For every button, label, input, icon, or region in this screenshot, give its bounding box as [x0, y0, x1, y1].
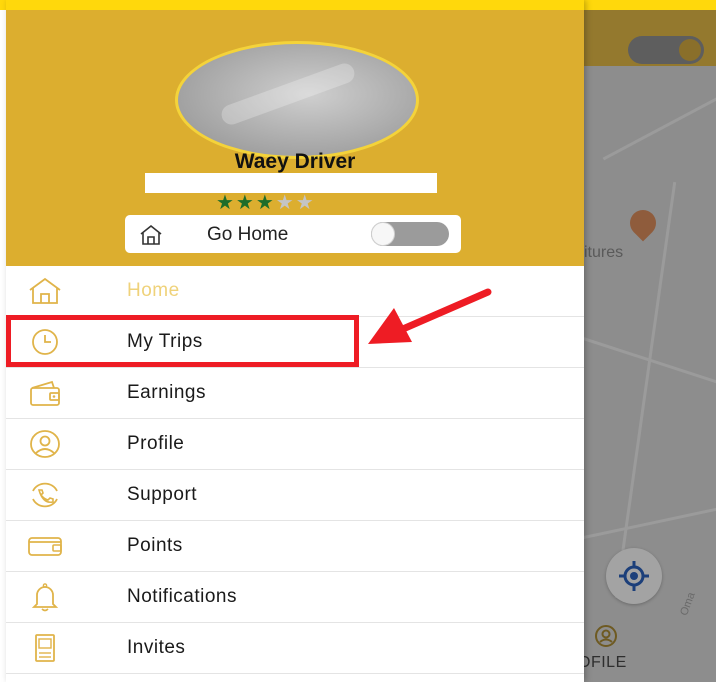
- profile-nav-icon[interactable]: [594, 624, 618, 648]
- arrow-icon: [368, 288, 492, 344]
- invite-icon: [35, 634, 55, 662]
- menu-item-points[interactable]: Points: [6, 521, 584, 572]
- home-icon: [29, 277, 61, 304]
- locate-icon: [619, 561, 649, 591]
- screen: itures Oma OFILE Waey Driver ★★★★★ Go Ho…: [0, 0, 716, 682]
- menu-item-earnings[interactable]: Earnings: [6, 368, 584, 419]
- go-home-control[interactable]: Go Home: [125, 215, 461, 253]
- map-road: [584, 502, 716, 541]
- user-icon: [30, 430, 60, 458]
- bell-icon: [31, 583, 59, 612]
- map-background[interactable]: itures Oma OFILE: [584, 0, 716, 682]
- name-redaction-bar: [145, 173, 437, 193]
- avatar-photo: [218, 60, 358, 128]
- go-home-toggle[interactable]: [371, 222, 449, 246]
- poi-label: itures: [584, 244, 624, 261]
- menu-item-label: Earnings: [127, 382, 206, 403]
- menu-item-label: Points: [127, 535, 183, 556]
- home-icon: [140, 224, 162, 245]
- phone-icon: [32, 482, 58, 508]
- map-road: [614, 181, 677, 599]
- rating-stars: ★★★★★: [216, 193, 316, 213]
- menu-item-label: Notifications: [127, 586, 237, 607]
- menu-item-invites[interactable]: Invites: [6, 623, 584, 674]
- profile-nav-label[interactable]: OFILE: [584, 654, 627, 672]
- menu-item-support[interactable]: Support: [6, 470, 584, 521]
- map-road: [602, 82, 716, 161]
- my-trips-highlight-box: [6, 315, 359, 367]
- star-filled-icon: ★★★: [216, 192, 276, 214]
- menu-item-home[interactable]: Home: [6, 266, 584, 317]
- menu-item-label: Invites: [127, 637, 186, 658]
- menu-item-profile[interactable]: Profile: [6, 419, 584, 470]
- street-label: Oma: [678, 590, 698, 618]
- locate-button[interactable]: [606, 548, 662, 604]
- map-top-bar: [584, 10, 716, 66]
- online-toggle[interactable]: [628, 36, 704, 64]
- avatar[interactable]: [175, 41, 419, 159]
- wallet-icon: [30, 380, 60, 406]
- menu-item-label: Support: [127, 484, 198, 505]
- go-home-label: Go Home: [207, 224, 289, 245]
- menu-item-label: Home: [127, 280, 180, 301]
- card-icon: [28, 537, 62, 556]
- toggle-knob: [371, 222, 395, 246]
- driver-name: Waey Driver: [234, 150, 356, 173]
- star-empty-icon: ★★: [275, 192, 316, 214]
- poi-marker-icon[interactable]: [624, 204, 662, 242]
- menu-item-label: Profile: [127, 433, 185, 454]
- menu-item-notifications[interactable]: Notifications: [6, 572, 584, 623]
